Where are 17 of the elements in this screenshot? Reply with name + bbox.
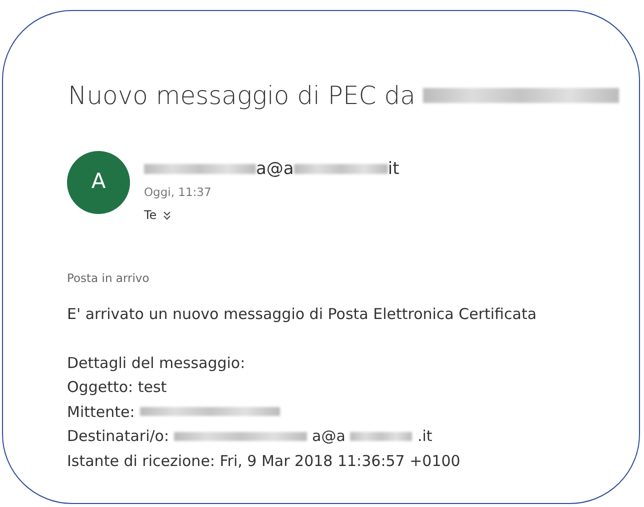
recipient-label[interactable]: Te [144,206,157,224]
sender-address: it [388,158,400,180]
body-text: Mittente: [67,402,135,422]
body-text: Oggetto: test [67,377,167,398]
body-text: Istante di ricezione: Fri, 9 Mar 2018 11:36:57 +0100 [67,450,460,472]
message-subject: Nuovo messaggio di PEC da [68,80,416,112]
sender-address: a@a [256,158,294,180]
body-text: Dettagli del messaggio: [67,352,246,374]
body-text: .it [417,426,432,447]
avatar: A [67,150,130,214]
body-text: a@a [312,426,346,447]
expand-icon[interactable] [162,210,171,220]
body-text: E' arrivato un nuovo messaggio di Posta Elettronica Certificata [67,304,537,324]
received-time: Oggi, 11:37 [144,184,212,201]
redaction-blur [350,432,412,441]
body-text: Destinatari/o: [67,426,170,447]
folder-label: Posta in arrivo [67,270,150,288]
